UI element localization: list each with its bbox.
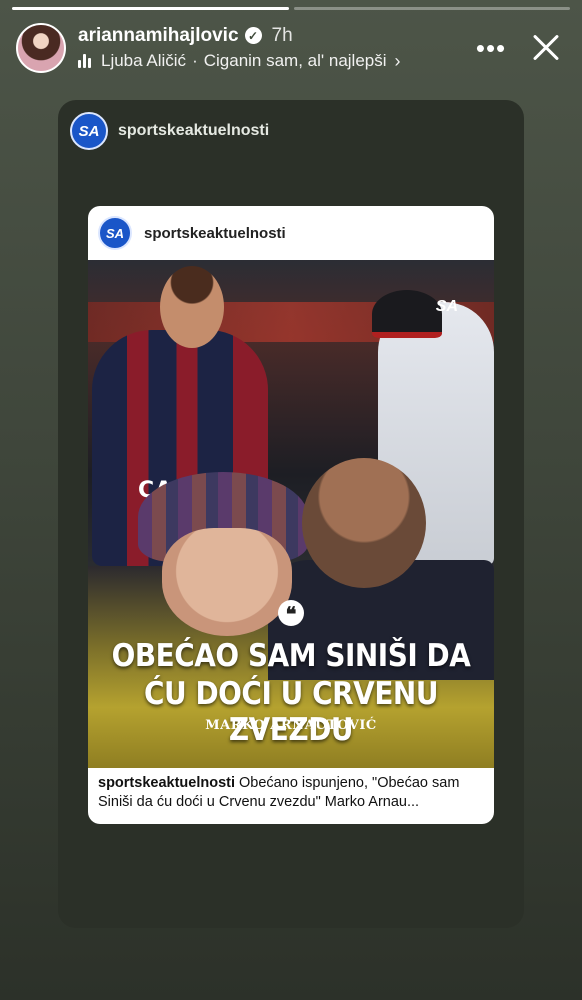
coach-hat [372,290,442,338]
post-account-logo[interactable]: SA [98,216,132,250]
hugger-head [302,458,426,588]
progress-segment [293,7,570,10]
shared-post-frame[interactable]: SA sportskeaktuelnosti SA sportskeaktuel… [58,100,524,928]
username[interactable]: ariannamihajlovic [78,25,239,47]
chevron-right-icon: › [394,50,401,71]
music-artist: Ljuba Aličić [101,51,187,70]
quote-icon: ❝ [278,600,304,626]
header-text: ariannamihajlovic ✓ 7h Ljuba Aličić · Ci… [78,25,470,72]
user-row: ariannamihajlovic ✓ 7h [78,25,470,47]
frame-header: SA sportskeaktuelnosti [70,112,269,150]
music-icon [78,54,91,68]
smiling-face [162,528,292,636]
verified-icon: ✓ [244,27,262,44]
more-options-button[interactable]: ••• [470,33,512,64]
frame-account-name[interactable]: sportskeaktuelnosti [118,122,269,140]
post-card[interactable]: SA sportskeaktuelnosti CAZOO SA ❝ OBEĆAO… [88,206,494,824]
post-image[interactable]: CAZOO SA ❝ OBEĆAO SAM SINIŠI DA ĆU DOĆI … [88,260,494,768]
post-account-name[interactable]: sportskeaktuelnosti [144,225,286,242]
quote-author: MARKO ARNAUTOVIĆ [205,718,377,733]
post-card-header: SA sportskeaktuelnosti [88,206,494,260]
music-separator: · [192,51,198,70]
progress-segment [12,7,289,10]
post-time: 7h [271,24,293,46]
story-header: ariannamihajlovic ✓ 7h Ljuba Aličić · Ci… [16,20,566,76]
post-caption[interactable]: sportskeaktuelnosti Obećano ispunjeno, "… [98,774,484,812]
headline-line-1: OBEĆAO SAM SINIŠI DA [111,638,471,674]
progress-fill-1 [12,7,289,10]
story-progress-bar [12,7,570,10]
avatar[interactable] [16,23,66,73]
headline-line-2: ĆU DOĆI U CRVENU ZVEZDU [143,676,439,748]
player-head [160,266,224,348]
music-song: Ciganin sam, al' najlepši [203,51,387,70]
close-button[interactable] [526,28,566,68]
account-logo[interactable]: SA [70,112,108,150]
music-row[interactable]: Ljuba Aličić · Ciganin sam, al' najlepši… [78,51,470,72]
watermark-logo: SA [435,298,458,315]
caption-account: sportskeaktuelnosti [98,775,235,791]
